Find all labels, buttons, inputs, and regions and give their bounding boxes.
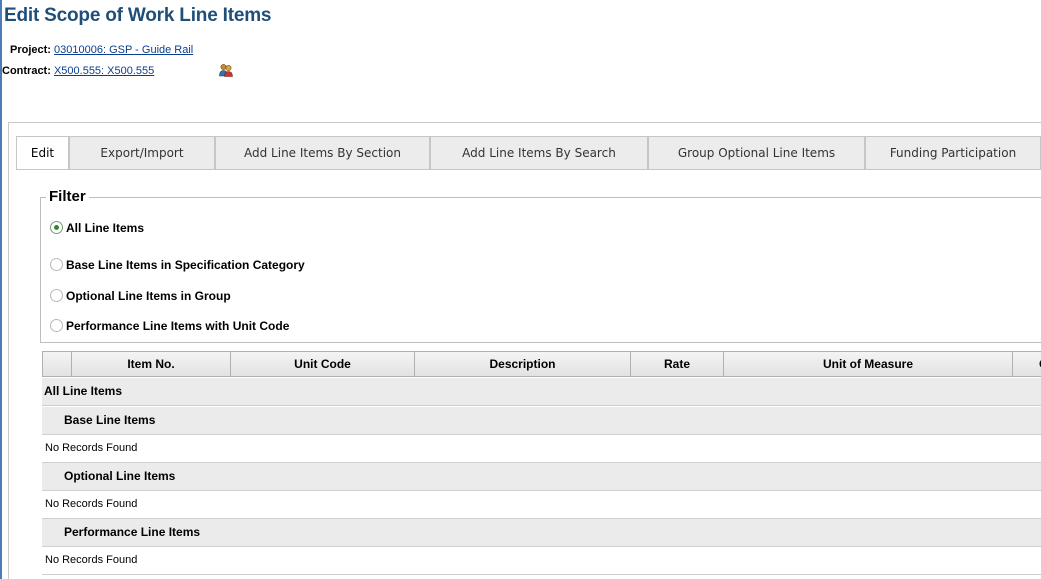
contract-label: Contract: (2, 65, 51, 77)
project-label: Project: (10, 44, 51, 56)
contract-info: Contract: X500.555: X500.555 (2, 65, 154, 77)
column-header-description[interactable]: Description (415, 352, 631, 376)
filter-option-base-line-items[interactable]: Base Line Items in Specification Categor… (50, 258, 305, 274)
tab-group-optional-line-items[interactable]: Group Optional Line Items (648, 136, 865, 170)
empty-row-base: No Records Found (42, 435, 1041, 463)
filter-legend: Filter (46, 188, 89, 205)
tab-add-line-items-by-section[interactable]: Add Line Items By Section (215, 136, 430, 170)
empty-row-optional: No Records Found (42, 491, 1041, 519)
group-row-base-line-items: Base Line Items (42, 407, 1041, 435)
project-link[interactable]: 03010006: GSP - Guide Rail (54, 44, 193, 56)
filter-option-label: Performance Line Items with Unit Code (66, 319, 290, 333)
radio-button[interactable] (50, 319, 63, 332)
column-header-rate[interactable]: Rate (631, 352, 724, 376)
project-info: Project: 03010006: GSP - Guide Rail (10, 44, 193, 56)
page-title: Edit Scope of Work Line Items (4, 5, 272, 26)
tab-add-line-items-by-search[interactable]: Add Line Items By Search (430, 136, 648, 170)
tab-export-import[interactable]: Export/Import (69, 136, 215, 170)
filter-option-label: All Line Items (66, 221, 145, 235)
tab-funding-participation[interactable]: Funding Participation (865, 136, 1041, 170)
group-row-all-line-items: All Line Items (42, 378, 1041, 406)
column-header-item-no[interactable]: Item No. (72, 352, 231, 376)
filter-option-label: Optional Line Items in Group (66, 289, 231, 303)
radio-button[interactable] (50, 289, 63, 302)
tab-divider (16, 169, 1041, 170)
group-row-optional-line-items: Optional Line Items (42, 463, 1041, 491)
grid-header-row: Item No. Unit Code Description Rate Unit… (42, 351, 1041, 377)
contacts-icon[interactable] (219, 63, 233, 77)
column-header-unit-of-measure[interactable]: Unit of Measure (724, 352, 1013, 376)
column-header-unit-code[interactable]: Unit Code (231, 352, 415, 376)
filter-option-performance-line-items[interactable]: Performance Line Items with Unit Code (50, 319, 289, 335)
contract-link[interactable]: X500.555: X500.555 (54, 65, 154, 77)
filter-option-all-line-items[interactable]: All Line Items (50, 221, 144, 237)
radio-button[interactable] (50, 221, 63, 234)
column-header-truncated[interactable]: C (1013, 352, 1041, 376)
tab-edit[interactable]: Edit (16, 136, 69, 170)
filter-option-optional-line-items[interactable]: Optional Line Items in Group (50, 289, 231, 305)
filter-option-label: Base Line Items in Specification Categor… (66, 258, 305, 272)
empty-row-performance: No Records Found (42, 547, 1041, 575)
radio-button[interactable] (50, 258, 63, 271)
group-row-performance-line-items: Performance Line Items (42, 519, 1041, 547)
column-header-select[interactable] (43, 352, 72, 376)
